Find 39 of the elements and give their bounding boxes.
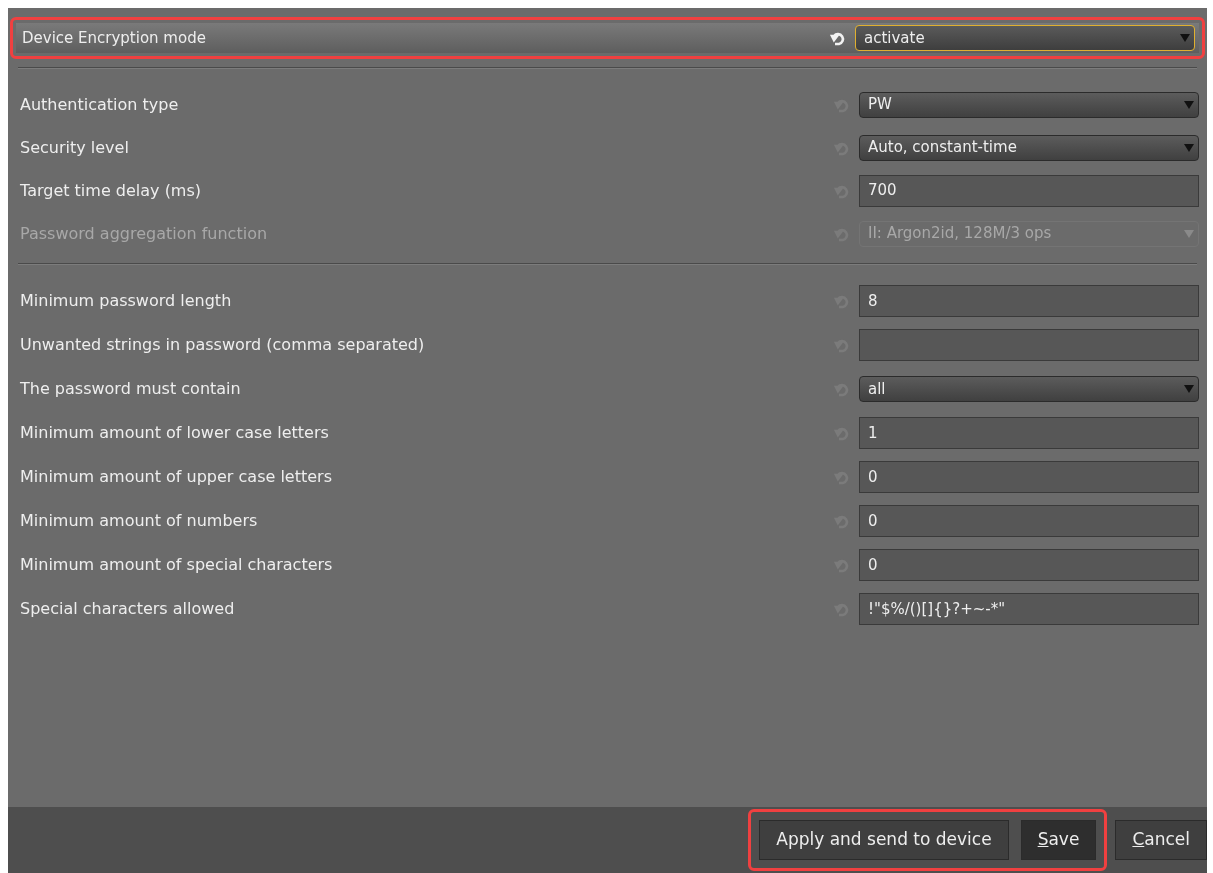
reset-icon[interactable] [829, 30, 847, 46]
dropdown[interactable]: all [859, 376, 1199, 402]
setting-label: Minimum amount of upper case letters [20, 466, 333, 488]
caret-icon [1184, 100, 1194, 109]
input-field[interactable] [859, 329, 1199, 361]
setting-label: Device Encryption mode [22, 27, 207, 49]
caret-icon [1184, 143, 1194, 152]
setting-label: Password aggregation function [20, 222, 269, 245]
dropdown-value: II: Argon2id, 128M/3 ops [868, 223, 1053, 245]
setting-label: Minimum amount of lower case letters [20, 422, 330, 444]
input-field[interactable]: 0 [859, 461, 1199, 493]
setting-label: Minimum amount of numbers [20, 510, 259, 532]
dropdown-value: Auto, constant-time [868, 137, 1018, 159]
caret-icon [1180, 34, 1190, 42]
dropdown[interactable]: Auto, constant-time [859, 134, 1199, 161]
setting-label: The password must contain [20, 378, 242, 400]
input-field[interactable]: 0 [859, 549, 1199, 581]
dialog-button[interactable]: Apply and send to device [759, 820, 1009, 860]
setting-label: Security level [20, 136, 130, 159]
setting-label: Target time delay (ms) [20, 179, 203, 202]
caret-icon [1184, 229, 1194, 238]
dropdown-value: activate [864, 27, 926, 49]
input-field[interactable]: 700 [859, 174, 1199, 207]
setting-label: Unwanted strings in password (comma separated) [20, 334, 426, 356]
setting-label: Special characters allowed [20, 598, 236, 620]
dropdown[interactable]: activate [855, 25, 1195, 51]
dialog-button[interactable]: Cancel [1115, 820, 1207, 860]
input-field[interactable]: 8 [859, 285, 1199, 317]
dropdown-value: all [868, 378, 887, 400]
input-field[interactable]: !"$%/()[]{}?+~-*" [859, 593, 1199, 625]
input-field[interactable]: 1 [859, 417, 1199, 449]
input-field[interactable]: 0 [859, 505, 1199, 537]
dropdown[interactable]: PW [859, 91, 1199, 118]
setting-label: Minimum amount of special characters [20, 554, 334, 576]
dialog-button[interactable]: Save [1020, 820, 1097, 860]
setting-label: Minimum password length [20, 290, 233, 312]
dropdown-value: PW [868, 94, 893, 116]
setting-label: Authentication type [20, 93, 180, 116]
caret-icon [1184, 385, 1194, 393]
